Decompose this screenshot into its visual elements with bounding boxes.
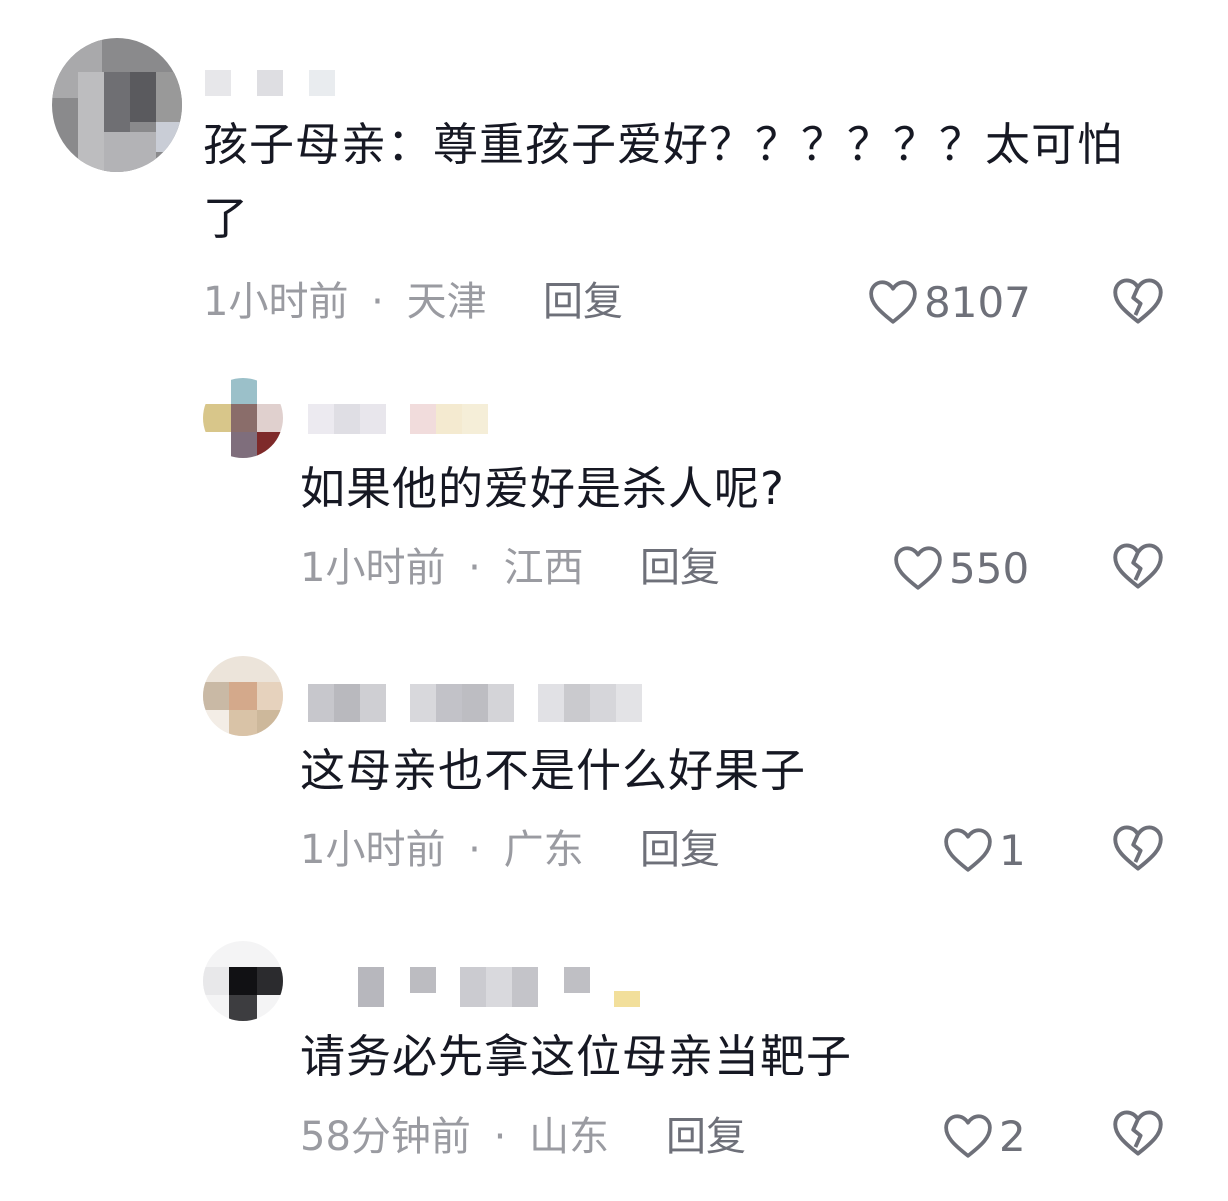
username[interactable]	[205, 70, 340, 96]
avatar[interactable]	[203, 941, 283, 1021]
like-count: 550	[949, 543, 1030, 593]
meta-separator: ·	[493, 1114, 507, 1160]
reply-item: 请务必先拿这位母亲当靶子 58分钟前 · 山东 回复 2	[0, 925, 1228, 1195]
dislike-button[interactable]	[1112, 542, 1164, 592]
like-button[interactable]: 2	[943, 1111, 1026, 1161]
like-count: 1	[999, 825, 1026, 875]
username[interactable]	[308, 684, 643, 722]
reply-button[interactable]: 回复	[640, 828, 720, 872]
broken-heart-icon	[1113, 1110, 1163, 1156]
avatar[interactable]	[203, 378, 283, 458]
like-button[interactable]: 8107	[868, 277, 1031, 327]
broken-heart-icon	[1113, 543, 1163, 589]
comment-meta: 1小时前 · 江西	[300, 546, 584, 590]
comment-text: 如果他的爱好是杀人呢?	[300, 462, 785, 515]
dislike-button[interactable]	[1112, 1109, 1164, 1159]
heart-outline-icon	[944, 1114, 992, 1158]
like-button[interactable]: 1	[943, 825, 1026, 875]
comment-location: 山东	[529, 1114, 610, 1160]
heart-outline-icon	[894, 546, 942, 590]
broken-heart-icon	[1113, 825, 1163, 871]
meta-separator: ·	[468, 545, 481, 591]
comment-item: 孩子母亲：尊重孩子爱好？？？？？？太可怕了 1小时前 · 天津 回复 8107	[0, 0, 1228, 340]
reply-button[interactable]: 回复	[640, 546, 720, 590]
heart-outline-icon	[944, 828, 992, 872]
reply-button[interactable]: 回复	[543, 280, 623, 324]
heart-outline-icon	[869, 280, 917, 324]
comment-location: 广东	[503, 827, 584, 873]
comment-text: 请务必先拿这位母亲当靶子	[300, 1030, 853, 1083]
comment-time: 1小时前	[203, 279, 349, 325]
comment-meta: 58分钟前 · 山东	[300, 1115, 609, 1159]
username[interactable]	[358, 967, 643, 1007]
meta-separator: ·	[468, 827, 481, 873]
comment-time: 1小时前	[300, 545, 446, 591]
comment-time: 1小时前	[300, 827, 446, 873]
reply-item: 如果他的爱好是杀人呢? 1小时前 · 江西 回复 550	[0, 360, 1228, 610]
avatar[interactable]	[52, 38, 182, 172]
username[interactable]	[308, 404, 488, 434]
meta-separator: ·	[371, 279, 384, 325]
comment-text: 孩子母亲：尊重孩子爱好？？？？？？太可怕了	[203, 118, 1124, 245]
reply-item: 这母亲也不是什么好果子 1小时前 · 广东 回复 1	[0, 640, 1228, 890]
dislike-button[interactable]	[1112, 277, 1164, 327]
avatar[interactable]	[203, 656, 283, 736]
like-count: 8107	[924, 277, 1031, 327]
like-button[interactable]: 550	[893, 543, 1029, 593]
comment-meta: 1小时前 · 广东	[300, 828, 584, 872]
comment-location: 天津	[406, 279, 487, 325]
like-count: 2	[999, 1111, 1026, 1161]
comment-location: 江西	[503, 545, 584, 591]
comment-text: 这母亲也不是什么好果子	[300, 744, 807, 797]
reply-button[interactable]: 回复	[666, 1115, 746, 1159]
broken-heart-icon	[1113, 278, 1163, 324]
dislike-button[interactable]	[1112, 824, 1164, 874]
comment-meta: 1小时前 · 天津	[203, 280, 487, 324]
comment-time: 58分钟前	[300, 1114, 471, 1160]
